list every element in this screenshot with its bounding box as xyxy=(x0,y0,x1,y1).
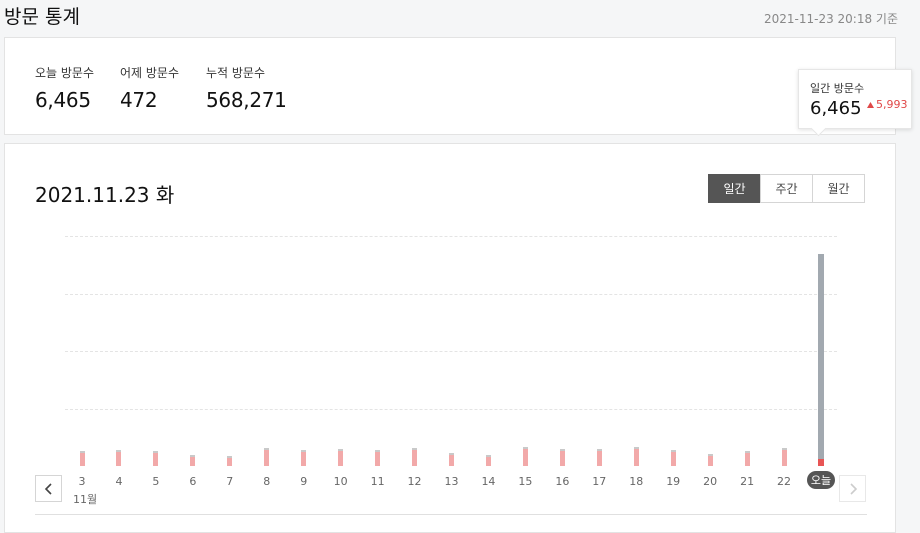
day-bar[interactable] xyxy=(596,449,602,466)
prev-period-button[interactable] xyxy=(35,475,62,502)
period-tabs: 일간 주간 월간 xyxy=(708,174,865,203)
x-tick-label: 10 xyxy=(333,475,348,488)
day-bar[interactable] xyxy=(559,449,565,466)
tab-weekly[interactable]: 주간 xyxy=(760,174,813,203)
last-updated-timestamp: 2021-11-23 20:18 기준 xyxy=(763,12,898,26)
day-bar[interactable] xyxy=(227,456,233,466)
x-tick-label: 5 xyxy=(152,475,160,488)
yesterday-visits-value: 472 xyxy=(120,88,158,112)
day-bar[interactable] xyxy=(670,450,676,466)
day-bar-cap xyxy=(596,449,602,451)
total-visits-stat: 누적 방문수 568,271 xyxy=(206,64,287,112)
day-bar-cap xyxy=(781,448,787,450)
day-bar[interactable] xyxy=(79,451,85,466)
day-bar-cap xyxy=(227,456,233,458)
gridline xyxy=(65,294,837,295)
day-bar-cap xyxy=(522,447,528,449)
day-bar[interactable] xyxy=(153,451,159,466)
day-bar-cap xyxy=(633,447,639,449)
x-tick-label: 6 xyxy=(189,475,197,488)
day-bar[interactable] xyxy=(301,450,307,466)
day-bar[interactable] xyxy=(190,455,196,466)
day-bar[interactable] xyxy=(522,447,528,466)
day-bar-cap xyxy=(79,451,85,453)
day-bar-cap xyxy=(301,450,307,452)
x-tick-label: 13 xyxy=(444,475,459,488)
x-tick-label: 16 xyxy=(555,475,570,488)
today-bar-marker xyxy=(818,459,824,466)
day-bar-cap xyxy=(338,449,344,451)
tab-daily[interactable]: 일간 xyxy=(708,174,761,203)
tooltip-value: 6,465 xyxy=(810,98,862,119)
yesterday-visits-label: 어제 방문수 xyxy=(120,66,180,80)
total-visits-label: 누적 방문수 xyxy=(206,66,266,80)
gridline xyxy=(65,351,837,352)
today-visits-value: 6,465 xyxy=(35,88,91,112)
day-bar-cap xyxy=(116,450,122,452)
day-bar[interactable] xyxy=(744,451,750,466)
day-bar-cap xyxy=(559,449,565,451)
x-tick-label: 19 xyxy=(666,475,681,488)
tooltip-label: 일간 방문수 xyxy=(810,82,865,95)
month-label: 11월 xyxy=(73,493,98,506)
day-bar[interactable] xyxy=(338,449,344,466)
x-tick-label: 3 xyxy=(78,475,86,488)
day-bar[interactable] xyxy=(707,454,713,466)
x-tick-label: 12 xyxy=(407,475,422,488)
day-bar[interactable] xyxy=(375,450,381,466)
x-tick-label: 22 xyxy=(777,475,792,488)
day-bar-cap xyxy=(485,455,491,457)
today-visits-stat: 오늘 방문수 6,465 xyxy=(35,64,94,112)
x-tick-label: 17 xyxy=(592,475,607,488)
day-bar[interactable] xyxy=(412,448,418,466)
daily-chart-card: 2021.11.23 화 일간 주간 월간 3 4 5 6 7 8 9 10 11 12 13 14 1… xyxy=(4,143,896,533)
day-bar-cap xyxy=(375,450,381,452)
day-bar[interactable] xyxy=(264,448,270,466)
day-bar[interactable] xyxy=(633,447,639,466)
day-bar[interactable] xyxy=(781,448,787,466)
today-visits-label: 오늘 방문수 xyxy=(35,66,95,80)
chevron-right-icon xyxy=(849,482,857,495)
day-bar[interactable] xyxy=(116,450,122,466)
chart-baseline xyxy=(35,514,867,515)
x-tick-label: 7 xyxy=(226,475,234,488)
next-period-button[interactable] xyxy=(839,475,866,502)
tooltip-delta: 5,993 xyxy=(867,98,908,111)
page-title: 방문 통계 xyxy=(4,6,80,28)
chevron-left-icon xyxy=(44,482,52,495)
x-tick-label: 14 xyxy=(481,475,496,488)
triangle-up-icon xyxy=(867,101,874,108)
today-bar[interactable] xyxy=(818,254,824,466)
x-tick-label: 15 xyxy=(518,475,533,488)
visit-summary-card: 오늘 방문수 6,465 어제 방문수 472 누적 방문수 568,271 xyxy=(4,37,896,135)
today-visits-tooltip: 일간 방문수 6,465 5,993 xyxy=(798,69,912,137)
day-bar-cap xyxy=(670,450,676,452)
x-tick-label: 4 xyxy=(115,475,123,488)
x-tick-label: 11 xyxy=(370,475,385,488)
gridline xyxy=(65,409,837,410)
day-bar-cap xyxy=(744,451,750,453)
x-tick-label: 21 xyxy=(740,475,755,488)
tab-monthly[interactable]: 월간 xyxy=(812,174,865,203)
x-tick-label: 9 xyxy=(300,475,308,488)
day-bar[interactable] xyxy=(449,453,454,466)
gridline xyxy=(65,236,837,237)
day-bar-cap xyxy=(412,448,418,450)
day-bar-cap xyxy=(190,455,196,457)
day-bar-cap xyxy=(707,454,713,456)
chart-date: 2021.11.23 화 xyxy=(35,183,175,207)
tooltip-delta-value: 5,993 xyxy=(876,98,908,111)
x-tick-label: 18 xyxy=(629,475,644,488)
day-bar[interactable] xyxy=(485,455,491,466)
day-bar-cap xyxy=(449,453,454,455)
x-tick-label: 20 xyxy=(703,475,718,488)
day-bar-cap xyxy=(264,448,270,450)
total-visits-value: 568,271 xyxy=(206,88,287,112)
x-tick-today: 오늘 xyxy=(807,471,835,489)
day-bar-cap xyxy=(153,451,159,453)
yesterday-visits-stat: 어제 방문수 472 xyxy=(120,64,179,112)
x-tick-label: 8 xyxy=(263,475,271,488)
